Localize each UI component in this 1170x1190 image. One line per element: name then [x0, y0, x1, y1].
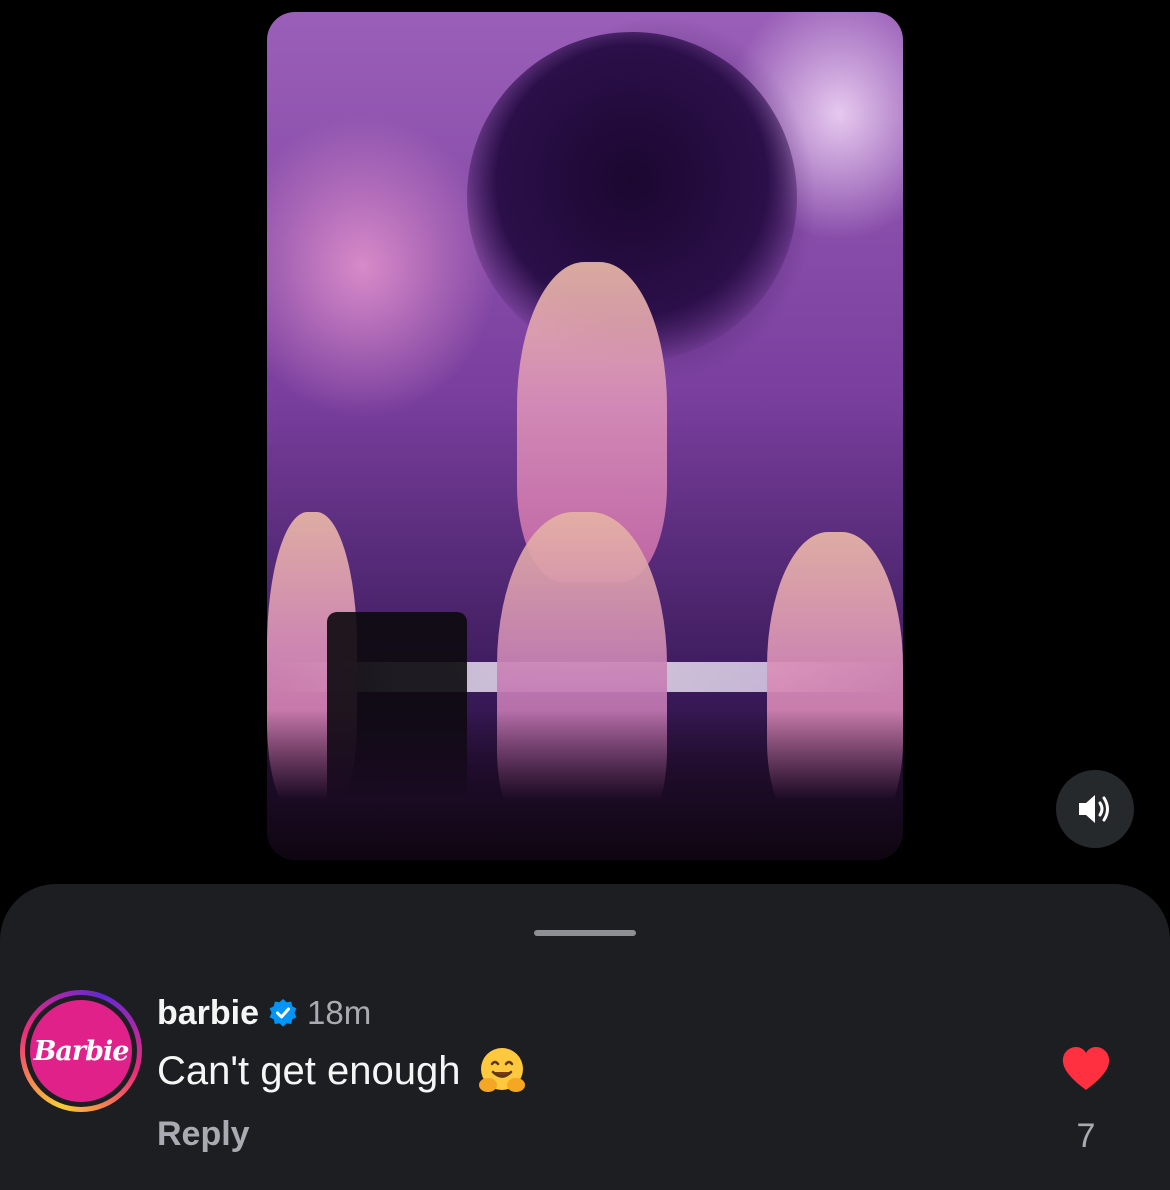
screen: Barbie barbie 18m Can't get enough Reply…	[0, 0, 1170, 1190]
comment-timestamp: 18m	[307, 994, 372, 1031]
avatar-story-ring[interactable]: Barbie	[20, 990, 142, 1112]
reply-button[interactable]: Reply	[157, 1115, 250, 1154]
comment-meta: barbie 18m	[157, 992, 371, 1034]
comment-body: Can't get enough	[157, 1045, 528, 1097]
like-count: 7	[1076, 1117, 1096, 1155]
speaker-volume-icon	[1079, 795, 1109, 823]
hugging-face-emoji	[479, 1048, 526, 1092]
username-link[interactable]: barbie	[157, 994, 259, 1033]
avatar-gap: Barbie	[25, 995, 137, 1107]
verified-badge-icon	[269, 999, 297, 1027]
comment-text: Can't get enough	[157, 1048, 461, 1093]
heart-filled-icon[interactable]	[1060, 1045, 1112, 1093]
video-player[interactable]	[267, 12, 903, 860]
mute-toggle-button[interactable]	[1056, 770, 1134, 848]
avatar: Barbie	[30, 1000, 132, 1102]
sheet-drag-handle[interactable]	[534, 930, 636, 936]
video-stage-floor	[267, 710, 903, 860]
